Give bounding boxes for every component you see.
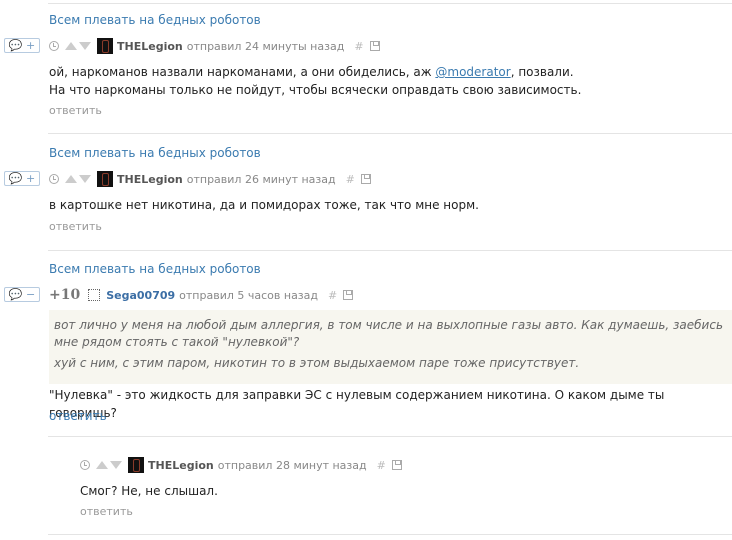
avatar[interactable] bbox=[97, 171, 113, 187]
floppy-icon[interactable] bbox=[391, 460, 402, 470]
comment-1-text: ой, наркоманов назвали наркоманами, а он… bbox=[49, 65, 436, 79]
comment-1-author-link[interactable]: THELegion bbox=[117, 40, 183, 53]
comment-1-line-1: ой, наркоманов назвали наркоманами, а он… bbox=[49, 63, 581, 81]
comment-4-reply-link[interactable]: ответить bbox=[80, 505, 133, 518]
permalink-hash-icon[interactable]: # bbox=[377, 459, 386, 472]
comment-1-reply-link[interactable]: ответить bbox=[49, 104, 102, 117]
comment-2-meta: THELegion отправил 26 минут назад # bbox=[49, 171, 371, 187]
floppy-icon[interactable] bbox=[360, 174, 371, 184]
comment-1-fold-button[interactable]: 💬 + bbox=[4, 38, 40, 53]
comment-2-author-link[interactable]: THELegion bbox=[117, 173, 183, 186]
permalink-hash-icon[interactable]: # bbox=[346, 173, 355, 186]
comment-1-timestamp: отправил 24 минуты назад bbox=[186, 39, 345, 53]
comment-1-meta: THELegion отправил 24 минуты назад # bbox=[49, 38, 380, 54]
floppy-icon[interactable] bbox=[343, 290, 354, 300]
comment-4-meta: THELegion отправил 28 минут назад # bbox=[80, 457, 402, 473]
comment-3-meta: +10 Sega00709 отправил 5 часов назад # bbox=[49, 287, 354, 303]
floppy-icon[interactable] bbox=[369, 41, 380, 51]
separator bbox=[48, 436, 732, 437]
arrow-down-icon[interactable] bbox=[79, 175, 91, 183]
permalink-hash-icon[interactable]: # bbox=[328, 289, 337, 302]
clock-icon[interactable] bbox=[49, 174, 59, 184]
comment-3-reply-link[interactable]: ответить bbox=[49, 409, 107, 423]
arrow-up-icon[interactable] bbox=[96, 461, 108, 469]
quote-line-2: хуй с ним, с этим паром, никотин то в эт… bbox=[54, 356, 580, 370]
top-separator bbox=[48, 3, 732, 4]
comment-2-reply-link[interactable]: ответить bbox=[49, 220, 102, 233]
comment-3-author-link[interactable]: Sega00709 bbox=[106, 289, 175, 302]
separator bbox=[48, 133, 732, 134]
comment-3-score: +10 bbox=[49, 287, 81, 303]
comment-1-line-2: На что наркоманы только не пойдут, чтобы… bbox=[49, 83, 582, 97]
arrow-up-icon[interactable] bbox=[65, 175, 77, 183]
comment-4-author-link[interactable]: THELegion bbox=[148, 459, 214, 472]
comment-3-timestamp: отправил 5 часов назад bbox=[179, 288, 319, 302]
comment-3-body: "Нулевка" - это жидкость для заправки ЭС… bbox=[49, 388, 665, 420]
comment-1-body: ой, наркоманов назвали наркоманами, а он… bbox=[49, 63, 581, 99]
separator bbox=[48, 250, 732, 251]
comment-2-fold-button[interactable]: 💬 + bbox=[4, 171, 40, 186]
arrow-up-icon[interactable] bbox=[65, 42, 77, 50]
arrow-down-icon[interactable] bbox=[110, 461, 122, 469]
bottom-separator bbox=[48, 534, 732, 535]
avatar[interactable] bbox=[97, 38, 113, 54]
comment-4-body: Смог? Не, не слышал. bbox=[80, 484, 218, 498]
comment-2-body: в картошке нет никотина, да и помидорах … bbox=[49, 198, 479, 212]
comment-3-fold-button[interactable]: 💬 − bbox=[4, 287, 40, 302]
comment-1-title-link[interactable]: Всем плевать на бедных роботов bbox=[49, 13, 261, 27]
avatar[interactable] bbox=[86, 287, 103, 303]
comment-1-text-after: , позвали. bbox=[510, 65, 574, 79]
comment-4-timestamp: отправил 28 минут назад bbox=[217, 458, 367, 472]
avatar[interactable] bbox=[128, 457, 144, 473]
comment-2-title-link[interactable]: Всем плевать на бедных роботов bbox=[49, 146, 261, 160]
comment-2-timestamp: отправил 26 минут назад bbox=[186, 172, 336, 186]
arrow-down-icon[interactable] bbox=[79, 42, 91, 50]
comment-3-title-link[interactable]: Всем плевать на бедных роботов bbox=[49, 262, 261, 276]
clock-icon[interactable] bbox=[49, 41, 59, 51]
mention-link[interactable]: @moderator bbox=[435, 65, 510, 79]
comment-3-quote: вот лично у меня на любой дым аллергия, … bbox=[49, 310, 732, 384]
quote-line-1: вот лично у меня на любой дым аллергия, … bbox=[54, 318, 724, 349]
clock-icon[interactable] bbox=[80, 460, 90, 470]
permalink-hash-icon[interactable]: # bbox=[354, 40, 363, 53]
